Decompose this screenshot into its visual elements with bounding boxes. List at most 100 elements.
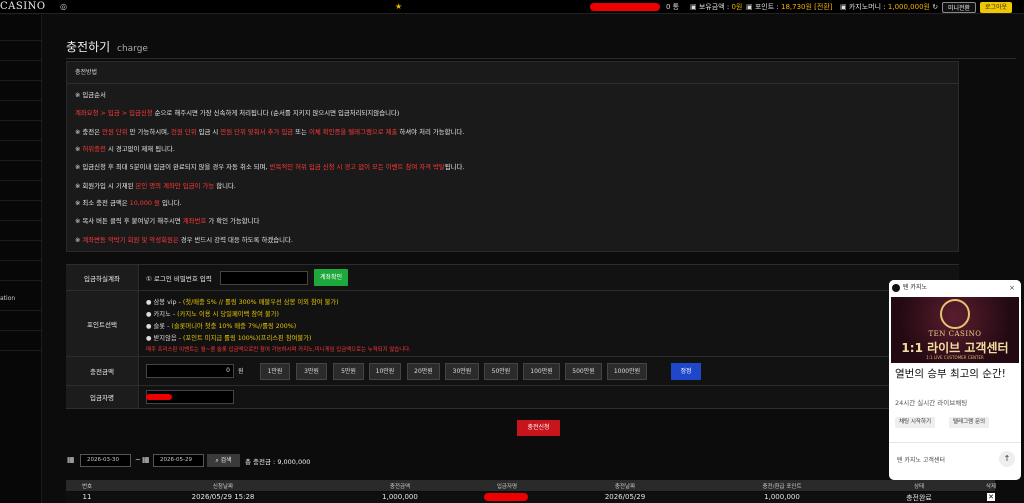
page-title: 충전하기 charge bbox=[66, 38, 148, 55]
points-value[interactable]: 18,730원 [전환] bbox=[781, 3, 833, 11]
banner-title: 1:1 라이브 고객센터 bbox=[901, 341, 1009, 355]
balance: ▣ 보유금액 : 0원 bbox=[690, 2, 742, 12]
sidebar-divider bbox=[0, 200, 42, 201]
search-button-label: 검색 bbox=[220, 457, 232, 464]
amount-button-500k[interactable]: 50만원 bbox=[484, 363, 518, 380]
sidebar-divider bbox=[0, 180, 42, 181]
mini-convert-button[interactable]: 미니전환 bbox=[942, 2, 977, 13]
widget-banner[interactable]: TEN CASINO 1:1 라이브 고객센터 1:1 LIVE CUSTOME… bbox=[891, 297, 1019, 363]
date-to-input[interactable]: 2026-05-29 bbox=[153, 454, 204, 467]
col-points: 충전/환급 포인트 bbox=[762, 484, 802, 490]
charge-notice-box: 충전방법 ※ 입금순서 계좌요청 > 입금 > 입금신청 순으로 해주시면 가장… bbox=[66, 61, 959, 252]
point-label: 포인트선택 bbox=[66, 291, 139, 356]
password-input[interactable] bbox=[220, 271, 308, 285]
point-row: 포인트선택 ● 삼봉 vip - (첫/매충 5% // 롤링 300% 매불우… bbox=[66, 291, 959, 357]
casino-value: 1,000,000원 bbox=[887, 3, 930, 11]
amount-button-100k[interactable]: 10만원 bbox=[369, 363, 401, 380]
site-logo[interactable]: CASINO bbox=[0, 1, 46, 12]
notice-line: ※ 최소 충전 금액은 10,000 원 입니다. bbox=[75, 199, 182, 207]
point-option-none[interactable]: ● 받지않음 - (포인트 미지급 롤링 100%)(프리스핀 참여불가) bbox=[146, 333, 311, 342]
notice-line: ※ 회원가입 시 기재된 본인 명의 계좌만 입금이 가능 합니다. bbox=[75, 182, 236, 190]
amount-button-10m[interactable]: 1000만원 bbox=[607, 363, 647, 380]
amount-button-30k[interactable]: 3만원 bbox=[296, 363, 327, 380]
search-button[interactable]: ⌕ 검색 bbox=[207, 454, 240, 467]
amount-button-10k[interactable]: 1만원 bbox=[260, 363, 290, 380]
sidebar: ation bbox=[0, 15, 42, 503]
page-subtitle: charge bbox=[117, 44, 148, 54]
balance-icon: ▣ bbox=[690, 3, 697, 11]
row-request-date: 2026/05/29 15:28 bbox=[191, 493, 255, 501]
telegram-inquiry-button[interactable]: 텔레그램 문의 bbox=[949, 417, 990, 428]
redacted-row-depositor bbox=[484, 493, 528, 501]
amount-button-1m[interactable]: 100만원 bbox=[523, 363, 560, 380]
col-delete: 삭제 bbox=[985, 484, 997, 490]
sidebar-divider bbox=[0, 240, 42, 241]
row-status: 충전완료 bbox=[906, 494, 932, 502]
history-table-header: 번호 신청날짜 충전금액 입금자명 충전날짜 충전/환급 포인트 상태 삭제 bbox=[66, 480, 997, 491]
logout-button[interactable]: 로그아웃 bbox=[980, 2, 1013, 13]
amount-button-200k[interactable]: 20만원 bbox=[407, 363, 440, 380]
amount-button-300k[interactable]: 30만원 bbox=[445, 363, 479, 380]
widget-header: 텐 카지노 × bbox=[889, 280, 1021, 296]
depositor-cell bbox=[140, 386, 959, 408]
widget-title: 열번의 승부 최고의 순간! bbox=[895, 368, 1006, 380]
sidebar-divider bbox=[0, 260, 42, 261]
amount-button-5m[interactable]: 500만원 bbox=[565, 363, 602, 380]
sidebar-divider bbox=[0, 160, 42, 161]
notice-line: ※ 계좌변동 악박기 회원 및 악성회원은 경우 반드시 강력 대응 하도록 하… bbox=[75, 236, 293, 244]
casino-label: 카지노머니 : bbox=[848, 3, 886, 11]
amount-reset-button[interactable]: 정정 bbox=[671, 363, 701, 380]
calendar-icon[interactable]: ▦ bbox=[142, 455, 150, 464]
point-cell: ● 삼봉 vip - (첫/매충 5% // 롤링 300% 매불우선 삼봉 이… bbox=[140, 291, 959, 356]
redacted-depositor bbox=[146, 394, 172, 400]
amount-label: 충전금액 bbox=[66, 357, 139, 385]
row-no: 11 bbox=[82, 493, 92, 501]
points[interactable]: ▣ 포인트 : 18,730원 [전환] bbox=[746, 2, 833, 12]
date-from-input[interactable]: 2026-03-30 bbox=[80, 454, 131, 467]
col-charged-date: 충전날짜 bbox=[614, 484, 636, 490]
sidebar-item-label[interactable]: ation bbox=[0, 295, 15, 302]
casino-icon: ▣ bbox=[840, 3, 847, 11]
col-no: 번호 bbox=[81, 484, 93, 490]
amount-button-50k[interactable]: 5만원 bbox=[333, 363, 364, 380]
chat-icon[interactable]: ◎ bbox=[60, 2, 67, 11]
refresh-icon[interactable]: ↻ bbox=[932, 3, 938, 11]
balance-label: 보유금액 : bbox=[698, 3, 730, 11]
sidebar-divider bbox=[0, 140, 42, 141]
title-divider bbox=[66, 58, 1016, 59]
account-label: 입금하실계좌 bbox=[66, 265, 139, 290]
notice-line: ※ 복사 버튼 클릭 후 붙여넣기 해주시면 계좌번호 가 확인 가능합니다 bbox=[75, 217, 260, 225]
sidebar-divider bbox=[0, 80, 42, 81]
point-option-sambong[interactable]: ● 삼봉 vip - (첫/매충 5% // 롤링 300% 매불우선 삼봉 이… bbox=[146, 297, 339, 306]
page-root: CASINO ◎ ★ 0 통 ▣ 보유금액 : 0원 ▣ 포인트 : 18,73… bbox=[0, 0, 1024, 503]
row-points: 1,000,000 bbox=[764, 493, 800, 501]
total-charge: 총 충전금 : 9,000,000 bbox=[245, 458, 311, 466]
live-chat-widget[interactable]: 텐 카지노 × TEN CASINO 1:1 라이브 고객센터 1:1 LIVE… bbox=[889, 280, 1021, 480]
amount-unit: 원 bbox=[238, 368, 244, 375]
notice-line: ※ 충전은 만원 단위 만 가능하시며, 천원 단위 입금 시 만원 단위 맞춰… bbox=[75, 128, 465, 136]
notice-line: ※ 허위충전 시 경고없이 제재 됩니다. bbox=[75, 145, 175, 153]
row-amount: 1,000,000 bbox=[382, 493, 418, 501]
widget-footer: 텐 카지노 고객센터 ↑ bbox=[889, 442, 1021, 480]
depositor-row: 입금자명 bbox=[66, 386, 959, 409]
delete-icon[interactable]: ✕ bbox=[987, 493, 995, 501]
account-confirm-button[interactable]: 계좌확인 bbox=[314, 269, 349, 286]
calendar-icon[interactable]: ▦ bbox=[67, 455, 75, 464]
page-title-text: 충전하기 bbox=[66, 40, 111, 54]
points-icon: ▣ bbox=[746, 3, 753, 11]
close-icon[interactable]: × bbox=[1009, 280, 1015, 296]
balance-value: 0원 bbox=[731, 3, 743, 11]
amount-input[interactable]: 0 bbox=[146, 364, 234, 378]
notice-line: ※ 입금순서 bbox=[75, 91, 106, 99]
sidebar-divider bbox=[0, 310, 42, 311]
points-label: 포인트 : bbox=[754, 3, 779, 11]
top-bar: CASINO ◎ ★ 0 통 ▣ 보유금액 : 0원 ▣ 포인트 : 18,73… bbox=[0, 0, 1024, 14]
banner-brand: TEN CASINO bbox=[928, 330, 982, 338]
banner-subtitle: 1:1 LIVE CUSTOMER CENTER bbox=[926, 355, 984, 360]
arrow-up-icon[interactable]: ↑ bbox=[999, 451, 1015, 467]
point-option-slot[interactable]: ● 슬롯 - (슬롯머니아 첫충 10% 매충 7%//롤링 200%) bbox=[146, 321, 296, 330]
sidebar-divider bbox=[0, 330, 42, 331]
start-chat-button[interactable]: 채팅 시작하기 bbox=[895, 417, 936, 428]
point-option-casino[interactable]: ● 카지노 - (카지노 이용 시 당일페이백 참여 불가) bbox=[146, 309, 279, 318]
charge-submit-button[interactable]: 충전신청 bbox=[517, 420, 560, 436]
